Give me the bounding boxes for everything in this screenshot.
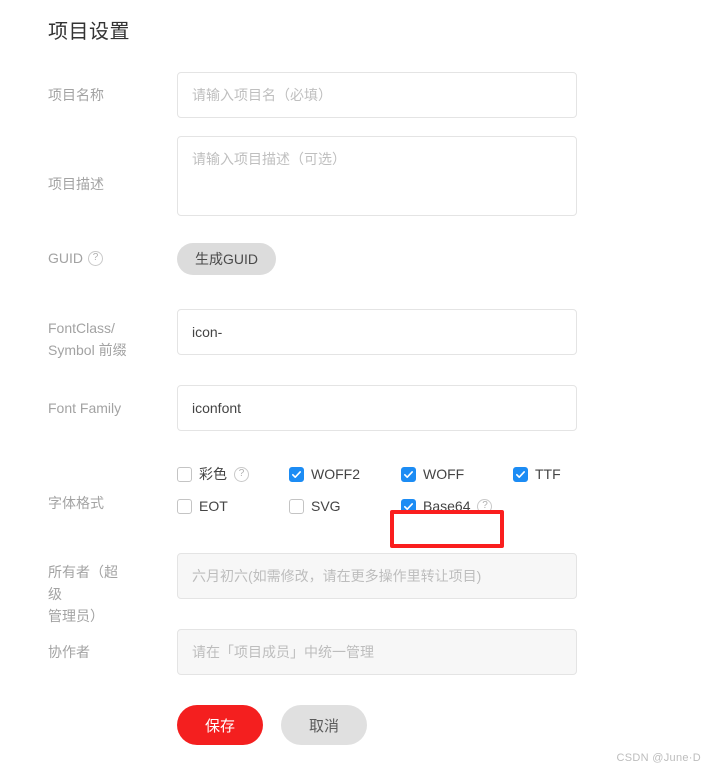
- form-row-fontclass-prefix: FontClass/ Symbol 前缀: [0, 309, 713, 385]
- label-project-name: 项目名称: [48, 87, 104, 103]
- question-circle-icon[interactable]: ?: [477, 498, 493, 514]
- checkbox-label-base64: Base64: [423, 498, 471, 514]
- form-actions: 保存 取消: [0, 705, 713, 745]
- checkbox-base64[interactable]: Base64 ?: [401, 498, 513, 514]
- checkbox-label-woff2: WOFF2: [311, 466, 360, 482]
- checkbox-box-woff2[interactable]: [289, 466, 304, 482]
- checkbox-box-ttf[interactable]: [513, 466, 528, 482]
- label-guid-text: GUID: [48, 250, 83, 266]
- project-settings-form: 项目名称 项目描述 GUID ? 生成GUID FontClass/ Symbo…: [0, 72, 713, 745]
- font-format-checkbox-grid: 彩色 ? WOFF2 WOFF TTF EOT SVG Base64 ?: [177, 461, 713, 514]
- label-owner-line2: 管理员）: [48, 608, 104, 624]
- cancel-button[interactable]: 取消: [281, 705, 367, 745]
- checkbox-label-eot: EOT: [199, 498, 228, 514]
- checkbox-ttf[interactable]: TTF: [513, 466, 625, 482]
- form-row-font-family: Font Family: [0, 385, 713, 461]
- font-format-row-1: 彩色 ? WOFF2 WOFF TTF: [177, 464, 713, 484]
- label-font-family: Font Family: [48, 400, 122, 416]
- control-project-name: [130, 72, 713, 118]
- question-circle-icon[interactable]: ?: [234, 466, 249, 482]
- form-row-collaborator: 协作者: [0, 629, 713, 705]
- control-owner: [130, 553, 713, 599]
- font-family-input[interactable]: [177, 385, 577, 431]
- label-owner: 所有者（超级 管理员）: [0, 553, 130, 627]
- checkbox-label-ttf: TTF: [535, 466, 561, 482]
- save-button[interactable]: 保存: [177, 705, 263, 745]
- checkbox-box-eot[interactable]: [177, 498, 192, 514]
- label-font-format: 字体格式: [48, 495, 104, 511]
- form-row-font-format: 字体格式 彩色 ? WOFF2 WOFF TTF EOT SVG Base64 …: [0, 461, 713, 553]
- label-guid: GUID ?: [0, 241, 130, 268]
- control-font-family: [130, 385, 713, 431]
- page-title: 项目设置: [48, 21, 130, 43]
- control-project-desc: [130, 136, 713, 221]
- checkbox-label-woff: WOFF: [423, 466, 465, 482]
- checkbox-woff2[interactable]: WOFF2: [289, 466, 401, 482]
- project-name-input[interactable]: [177, 72, 577, 118]
- form-row-project-desc: 项目描述: [0, 136, 713, 241]
- label-fontclass-prefix-line2: Symbol 前缀: [48, 342, 127, 358]
- checkbox-label-svg: SVG: [311, 498, 341, 514]
- checkbox-box-base64[interactable]: [401, 498, 416, 514]
- checkbox-eot[interactable]: EOT: [177, 498, 289, 514]
- label-owner-line1: 所有者（超级: [48, 564, 118, 602]
- checkbox-label-colorful: 彩色: [199, 466, 227, 482]
- checkbox-box-colorful[interactable]: [177, 466, 192, 482]
- owner-input: [177, 553, 577, 599]
- checkbox-box-svg[interactable]: [289, 498, 304, 514]
- checkbox-svg[interactable]: SVG: [289, 498, 401, 514]
- checkbox-box-woff[interactable]: [401, 466, 416, 482]
- control-guid: 生成GUID: [130, 241, 713, 275]
- project-desc-textarea[interactable]: [177, 136, 577, 216]
- fontclass-prefix-input[interactable]: [177, 309, 577, 355]
- watermark: CSDN @June·D: [616, 752, 701, 764]
- form-row-guid: GUID ? 生成GUID: [0, 241, 713, 309]
- label-fontclass-prefix: FontClass/ Symbol 前缀: [0, 309, 130, 361]
- control-collaborator: [130, 629, 713, 675]
- form-row-owner: 所有者（超级 管理员）: [0, 553, 713, 629]
- font-format-row-2: EOT SVG Base64 ?: [177, 498, 713, 514]
- label-project-desc: 项目描述: [48, 176, 104, 192]
- generate-guid-button[interactable]: 生成GUID: [177, 243, 276, 275]
- question-circle-icon[interactable]: ?: [88, 250, 103, 266]
- checkbox-woff[interactable]: WOFF: [401, 466, 513, 482]
- control-font-format: 彩色 ? WOFF2 WOFF TTF EOT SVG Base64 ?: [130, 461, 713, 514]
- label-fontclass-prefix-line1: FontClass/: [48, 320, 115, 336]
- label-collaborator: 协作者: [48, 644, 90, 660]
- checkbox-colorful[interactable]: 彩色 ?: [177, 464, 289, 484]
- collaborator-input: [177, 629, 577, 675]
- control-fontclass-prefix: [130, 309, 713, 355]
- form-row-project-name: 项目名称: [0, 72, 713, 136]
